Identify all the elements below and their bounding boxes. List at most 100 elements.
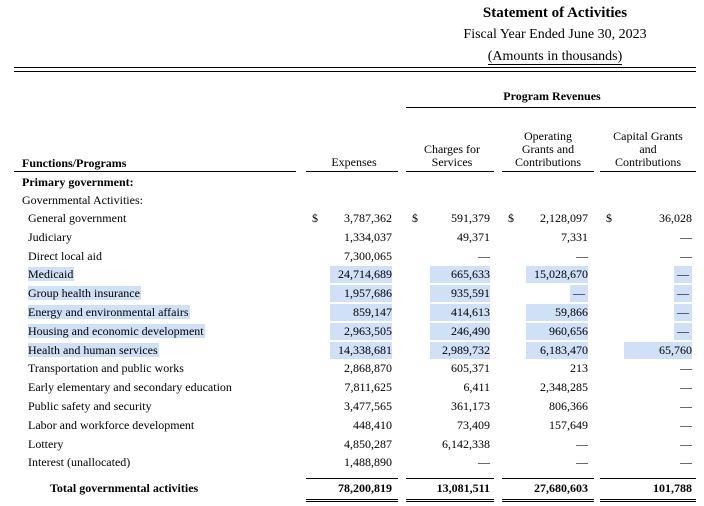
row-label: Medicaid <box>28 266 296 283</box>
cell-expenses: 1,334,037 <box>344 230 392 244</box>
header-double-rule-top <box>14 67 696 68</box>
cell-expenses: 24,714,689 <box>330 266 392 283</box>
row-label-text: Early elementary and secondary education <box>28 380 233 394</box>
dollar-sign-operating: $ <box>508 211 514 225</box>
cell-charges: 361,173 <box>451 399 490 413</box>
row-label: Labor and workforce development <box>28 417 296 434</box>
row-label: Direct local aid <box>28 248 296 265</box>
cell-capital: — <box>680 380 692 394</box>
cell-expenses: 3,477,565 <box>344 399 392 413</box>
leader-dots <box>28 448 296 449</box>
charges-total-rule <box>406 478 494 479</box>
cell-operating: 157,649 <box>549 418 588 432</box>
cell-charges: — <box>478 455 490 469</box>
row-label-text: Public safety and security <box>28 399 153 413</box>
col-capital-header: Capital Grants and Contributions <box>600 130 696 169</box>
dollar-sign-charges: $ <box>412 211 418 225</box>
expenses-double-underline <box>306 499 398 502</box>
col-charges-header: Charges for Services <box>406 143 498 169</box>
total-label: Total governmental activities <box>50 480 296 497</box>
cell-expenses: 14,338,681 <box>330 342 392 359</box>
row-label: Energy and environmental affairs <box>28 304 296 321</box>
row-label: General government <box>28 210 296 227</box>
col-charges-header-line2: Services <box>431 155 473 169</box>
cell-charges: 605,371 <box>451 361 490 375</box>
cell-operating: 7,331 <box>561 230 588 244</box>
cell-expenses: 4,850,287 <box>344 437 392 451</box>
cell-charges: 414,613 <box>430 304 490 321</box>
cell-expenses: 7,300,065 <box>344 249 392 263</box>
cell-expenses: 859,147 <box>330 304 392 321</box>
row-label: Public safety and security <box>28 398 296 415</box>
row-label: Transportation and public works <box>28 360 296 377</box>
cell-charges: 73,409 <box>457 418 490 432</box>
cell-operating: 6,183,470 <box>526 342 588 359</box>
cell-capital: — <box>674 285 692 302</box>
col-expenses-header: Expenses <box>331 155 377 169</box>
charges-header-rule <box>406 171 494 172</box>
charges-double-underline <box>406 499 494 502</box>
functions-header-rule <box>14 171 296 172</box>
cell-charges: — <box>478 249 490 263</box>
cell-operating: 213 <box>570 361 588 375</box>
cell-capital: 36,028 <box>659 211 692 225</box>
capital-header-rule <box>600 171 696 172</box>
row-label-text: Group health insurance <box>28 286 141 300</box>
col-operating-header-line3: Contributions <box>514 155 581 169</box>
cell-charges: 6,411 <box>463 380 490 394</box>
total-operating: 27,680,603 <box>534 481 588 495</box>
cell-capital: — <box>680 437 692 451</box>
row-label-text: Transportation and public works <box>28 361 185 375</box>
cell-operating: — <box>570 285 588 302</box>
cell-operating: 960,656 <box>526 323 588 340</box>
governmental-activities-heading: Governmental Activities: <box>22 193 143 207</box>
fiscal-year-subtitle: Fiscal Year Ended June 30, 2023 <box>463 27 647 42</box>
row-label-text: Energy and environmental affairs <box>28 305 190 319</box>
row-label: Early elementary and secondary education <box>28 379 296 396</box>
cell-capital: — <box>674 323 692 340</box>
cell-expenses: 7,811,625 <box>344 380 392 394</box>
expenses-total-rule <box>306 478 398 479</box>
cell-operating: 2,348,285 <box>540 380 588 394</box>
cell-expenses: 1,488,890 <box>344 455 392 469</box>
cell-capital: — <box>680 399 692 413</box>
cell-operating: 2,128,097 <box>540 211 588 225</box>
operating-header-rule <box>502 171 594 172</box>
total-label-text: Total governmental activities <box>50 481 200 495</box>
row-label-text: General government <box>28 211 128 225</box>
row-label: Housing and economic development <box>28 323 296 340</box>
cell-charges: 6,142,338 <box>442 437 490 451</box>
amounts-note: (Amounts in thousands) <box>400 49 704 65</box>
cell-capital: 65,760 <box>624 342 692 359</box>
row-label-text: Medicaid <box>28 267 75 281</box>
cell-charges: 591,379 <box>451 211 490 225</box>
row-label-text: Judiciary <box>28 230 73 244</box>
primary-government-heading: Primary government: <box>22 175 134 189</box>
capital-total-rule <box>600 478 696 479</box>
row-label: Lottery <box>28 436 296 453</box>
col-capital-header-line3: Contributions <box>614 155 681 169</box>
cell-capital: — <box>674 304 692 321</box>
cell-charges: 935,591 <box>430 285 490 302</box>
cell-expenses: 3,787,362 <box>344 211 392 225</box>
program-revenues-label: Program Revenues <box>503 89 601 103</box>
row-label-text: Health and human services <box>28 343 159 357</box>
header-double-rule-bottom <box>14 71 696 72</box>
row-label: Interest (unallocated) <box>28 454 296 471</box>
cell-expenses: 448,410 <box>353 418 392 432</box>
expenses-header-rule <box>306 171 398 172</box>
cell-capital: — <box>680 418 692 432</box>
cell-charges: 2,989,732 <box>430 342 490 359</box>
cell-capital: — <box>680 455 692 469</box>
cell-capital: — <box>680 230 692 244</box>
row-label: Judiciary <box>28 229 296 246</box>
cell-charges: 49,371 <box>457 230 490 244</box>
cell-charges: 665,633 <box>430 266 490 283</box>
cell-capital: — <box>680 361 692 375</box>
row-label: Group health insurance <box>28 285 296 302</box>
row-label-text: Lottery <box>28 437 65 451</box>
dollar-sign-capital: $ <box>606 211 612 225</box>
capital-double-underline <box>600 499 696 502</box>
cell-expenses: 1,957,686 <box>330 285 392 302</box>
program-revenues-rule <box>406 107 696 108</box>
